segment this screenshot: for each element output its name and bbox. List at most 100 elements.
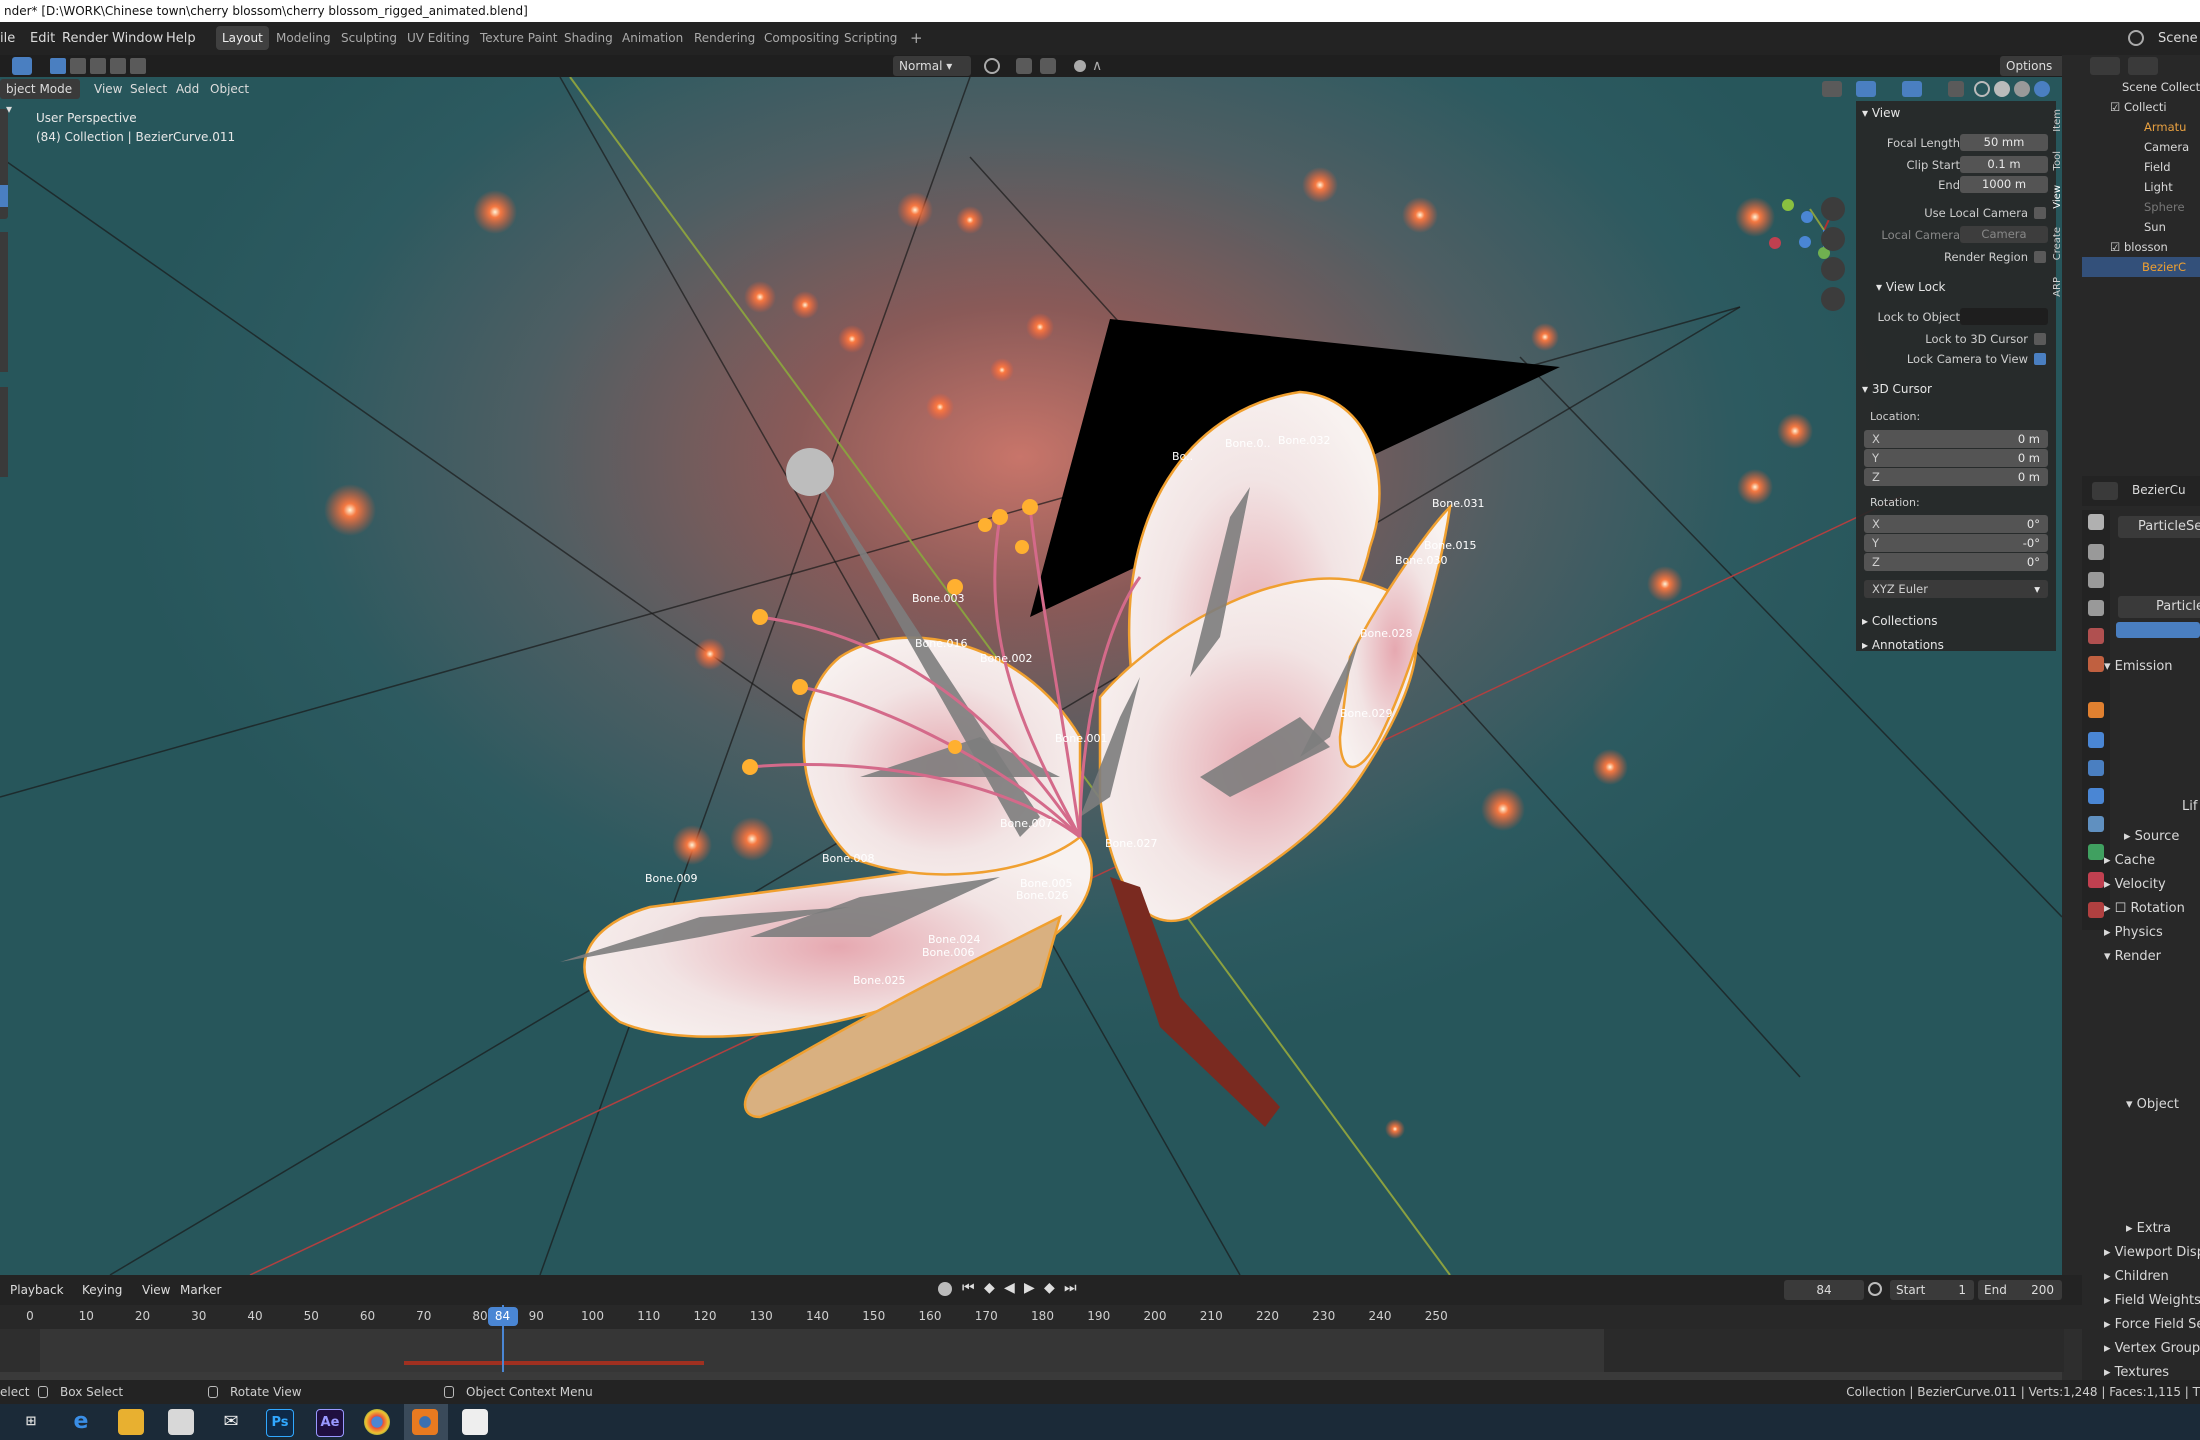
viewport-display-panel-header[interactable]: ▸ Viewport Disp	[2104, 1242, 2200, 1264]
toolbar-strip-2[interactable]	[0, 232, 8, 372]
chrome-icon[interactable]	[364, 1409, 390, 1435]
shading-rendered-icon[interactable]	[2034, 81, 2050, 97]
velocity-panel-header[interactable]: ▸ Velocity	[2104, 874, 2200, 896]
start-frame-field[interactable]: Start 1	[1890, 1280, 1974, 1300]
outliner-item[interactable]: Field	[2144, 157, 2200, 177]
world-tab-icon[interactable]	[2088, 656, 2104, 672]
cursor-rotation-z[interactable]: Z 0°	[1864, 553, 2048, 571]
scene-selector[interactable]: Scene	[2158, 28, 2198, 50]
emission-panel-header[interactable]: ▾ Emission	[2104, 656, 2200, 678]
outliner-item[interactable]: Armatu	[2144, 117, 2200, 137]
select-tool-icon[interactable]	[12, 57, 32, 75]
lock-camera-to-view-checkbox[interactable]	[2034, 353, 2046, 365]
material-tab-icon[interactable]	[2088, 872, 2104, 888]
after-effects-icon[interactable]: Ae	[316, 1409, 344, 1437]
select-mode-intersect-icon[interactable]	[130, 58, 146, 74]
record-icon[interactable]	[938, 1282, 952, 1296]
cursor-rotation-y[interactable]: Y -0°	[1864, 534, 2048, 552]
cursor-location-x[interactable]: X 0 m	[1864, 430, 2048, 448]
toolbar-strip-3[interactable]	[0, 387, 8, 477]
ortho-grid-icon[interactable]	[1821, 287, 1845, 311]
cache-panel-header[interactable]: ▸ Cache	[2104, 850, 2200, 872]
overlay-toggle-icon[interactable]	[1902, 81, 1922, 97]
pivot-point-icon[interactable]	[984, 58, 1000, 74]
outliner-item[interactable]: Scene Collectio	[2122, 77, 2200, 97]
physics-tab-icon[interactable]	[2088, 788, 2104, 804]
outliner-item[interactable]: Sphere	[2144, 197, 2200, 217]
force-field-panel-header[interactable]: ▸ Force Field Se	[2104, 1314, 2200, 1336]
camera-view-icon[interactable]	[1821, 257, 1845, 281]
extra-subpanel-header[interactable]: ▸ Extra	[2126, 1218, 2200, 1240]
view-lock-section-header[interactable]: ▾ View Lock	[1876, 277, 1946, 297]
select-mode-invert-icon[interactable]	[110, 58, 126, 74]
lock-to-3d-cursor-checkbox[interactable]	[2034, 333, 2046, 345]
select-mode-extend-icon[interactable]	[70, 58, 86, 74]
select-mode-subtract-icon[interactable]	[90, 58, 106, 74]
task-view-icon[interactable]: ⊞	[18, 1409, 44, 1435]
keying-menu[interactable]: Keying ▾	[76, 1280, 136, 1317]
scene-tab-icon[interactable]	[2088, 628, 2104, 644]
photoshop-icon[interactable]: Ps	[266, 1409, 294, 1437]
menu-window[interactable]: Window	[112, 28, 163, 50]
gizmo-z[interactable]	[1801, 211, 1813, 223]
cursor-rotation-x[interactable]: X 0°	[1864, 515, 2048, 533]
outliner-item[interactable]: ☑ Collecti	[2110, 97, 2200, 117]
options-button[interactable]: Options ▾	[2000, 56, 2066, 93]
play-reverse-icon[interactable]: ◀	[1004, 1280, 1015, 1296]
add-workspace-button[interactable]: +	[904, 26, 929, 50]
modifier-tab-icon[interactable]	[2088, 732, 2104, 748]
tab-rendering[interactable]: Rendering	[688, 26, 761, 50]
object-tab-icon[interactable]	[2088, 702, 2104, 718]
snap-target-icon[interactable]	[1040, 58, 1056, 74]
lock-to-object-field[interactable]	[1960, 308, 2048, 325]
store-icon[interactable]	[168, 1409, 194, 1435]
object-subpanel-header[interactable]: ▾ Object	[2126, 1094, 2200, 1116]
output-tab-icon[interactable]	[2088, 572, 2104, 588]
viewport-menu-add[interactable]: Add	[170, 79, 205, 99]
stopwatch-icon[interactable]	[1868, 1282, 1882, 1296]
shading-solid-icon[interactable]	[1994, 81, 2010, 97]
gizmo-y[interactable]	[1782, 199, 1794, 211]
marker-menu[interactable]: Marker	[174, 1280, 227, 1300]
data-tab-icon[interactable]	[2088, 844, 2104, 860]
field-weights-panel-header[interactable]: ▸ Field Weights	[2104, 1290, 2200, 1312]
timeline-view-menu[interactable]: View	[136, 1280, 176, 1300]
clip-start-field[interactable]: 0.1 m	[1960, 156, 2048, 173]
falloff-icon[interactable]: ∧	[1092, 58, 1114, 74]
photos-icon[interactable]	[462, 1409, 488, 1435]
mode-dropdown[interactable]: bject Mode ▾	[0, 79, 80, 116]
select-mode-new-icon[interactable]	[50, 58, 66, 74]
use-local-camera-checkbox[interactable]	[2034, 207, 2046, 219]
physics-panel-header[interactable]: ▸ Physics	[2104, 922, 2200, 944]
view-section-header[interactable]: ▾ View	[1862, 103, 1900, 123]
source-panel-header[interactable]: ▸ Source	[2124, 826, 2200, 848]
jump-start-icon[interactable]: ⏮	[962, 1280, 975, 1296]
prev-keyframe-icon[interactable]: ◆	[984, 1280, 995, 1296]
viewport-menu-select[interactable]: Select	[124, 79, 173, 99]
gizmo-toggle-icon[interactable]	[1856, 81, 1876, 97]
collections-section-header[interactable]: ▸ Collections	[1862, 611, 1937, 631]
children-panel-header[interactable]: ▸ Children	[2104, 1266, 2200, 1288]
menu-help[interactable]: Help	[166, 28, 196, 50]
viewport-menu-object[interactable]: Object	[204, 79, 255, 99]
rotation-panel-header[interactable]: ▸ ☐ Rotation	[2104, 898, 2200, 920]
mail-icon[interactable]: ✉	[218, 1409, 244, 1435]
snap-icon[interactable]	[1016, 58, 1032, 74]
tab-texture-paint[interactable]: Texture Paint	[474, 26, 563, 50]
render-tab-icon[interactable]	[2088, 544, 2104, 560]
outliner-editor-type-icon[interactable]	[2090, 57, 2120, 75]
tab-animation[interactable]: Animation	[616, 26, 689, 50]
timeline[interactable]: 0 10 20 30 40 50 60 70 80 90 100 110 120 130 140 150 160…	[0, 1305, 2082, 1380]
menu-edit[interactable]: Edit	[30, 28, 55, 50]
visibility-icon[interactable]	[1822, 81, 1842, 97]
particle-settings-bar[interactable]	[2116, 622, 2200, 638]
pan-hand-icon[interactable]	[1821, 227, 1845, 251]
tool-tab-icon[interactable]	[2088, 514, 2104, 530]
jump-end-icon[interactable]: ⏭	[1064, 1280, 1077, 1296]
outliner-item[interactable]: Sun	[2144, 217, 2200, 237]
clip-end-field[interactable]: 1000 m	[1960, 176, 2048, 193]
local-camera-field[interactable]: Camera	[1960, 226, 2048, 243]
tab-scripting[interactable]: Scripting	[838, 26, 903, 50]
menu-file[interactable]: ile	[0, 28, 15, 50]
tab-shading[interactable]: Shading	[558, 26, 619, 50]
